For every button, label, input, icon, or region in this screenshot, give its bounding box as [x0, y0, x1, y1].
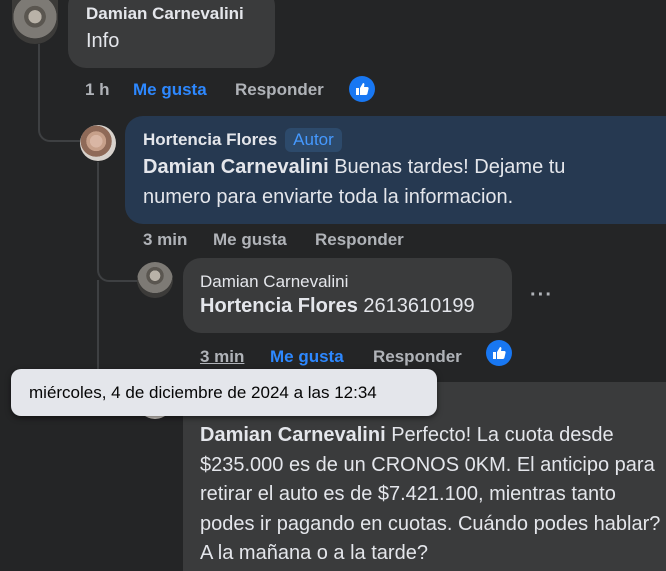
thumbs-up-icon — [349, 76, 375, 102]
like-button[interactable]: Me gusta — [213, 230, 287, 250]
author-badge: Autor — [285, 128, 342, 152]
comment-author[interactable]: Hortencia Flores — [143, 130, 277, 150]
comment-timestamp[interactable]: 3 min — [200, 347, 244, 367]
like-button[interactable]: Me gusta — [133, 80, 207, 100]
mention-link[interactable]: Damian Carnevalini — [200, 424, 386, 446]
comment-text: Damian Carnevalini Buenas tardes! Dejame… — [143, 152, 623, 212]
like-button[interactable]: Me gusta — [270, 347, 344, 367]
comment-text: Damian Carnevalini Perfecto! La cuota de… — [200, 421, 662, 569]
comment-bubble: Damian Carnevalini Hortencia Flores 2613… — [183, 258, 512, 333]
comment-bubble: Hortencia Flores Autor Damian Carnevalin… — [125, 116, 666, 224]
comment-text: Info — [86, 30, 120, 52]
comment-body: 2613610199 — [363, 295, 475, 317]
comment-author[interactable]: Damian Carnevalini — [200, 272, 512, 292]
comments-thread: Damian Carnevalini Info 1 h Me gusta Res… — [0, 0, 666, 571]
comment-author[interactable]: Damian Carnevalini — [86, 4, 275, 24]
comment-timestamp[interactable]: 1 h — [85, 80, 110, 100]
mention-link[interactable]: Hortencia Flores — [200, 295, 358, 317]
timestamp-tooltip: miércoles, 4 de diciembre de 2024 a las … — [11, 369, 437, 416]
thumbs-up-icon — [486, 340, 512, 366]
avatar[interactable] — [80, 125, 116, 161]
reply-button[interactable]: Responder — [235, 80, 324, 100]
more-options-icon[interactable]: ··· — [530, 284, 553, 307]
comment-timestamp[interactable]: 3 min — [143, 230, 187, 250]
reply-button[interactable]: Responder — [373, 347, 462, 367]
avatar[interactable] — [137, 262, 173, 298]
avatar[interactable] — [12, 0, 58, 44]
reply-button[interactable]: Responder — [315, 230, 404, 250]
comment-text: Hortencia Flores 2613610199 — [200, 292, 512, 320]
comment-bubble: Damian Carnevalini Info — [68, 0, 275, 68]
mention-link[interactable]: Damian Carnevalini — [143, 156, 329, 178]
